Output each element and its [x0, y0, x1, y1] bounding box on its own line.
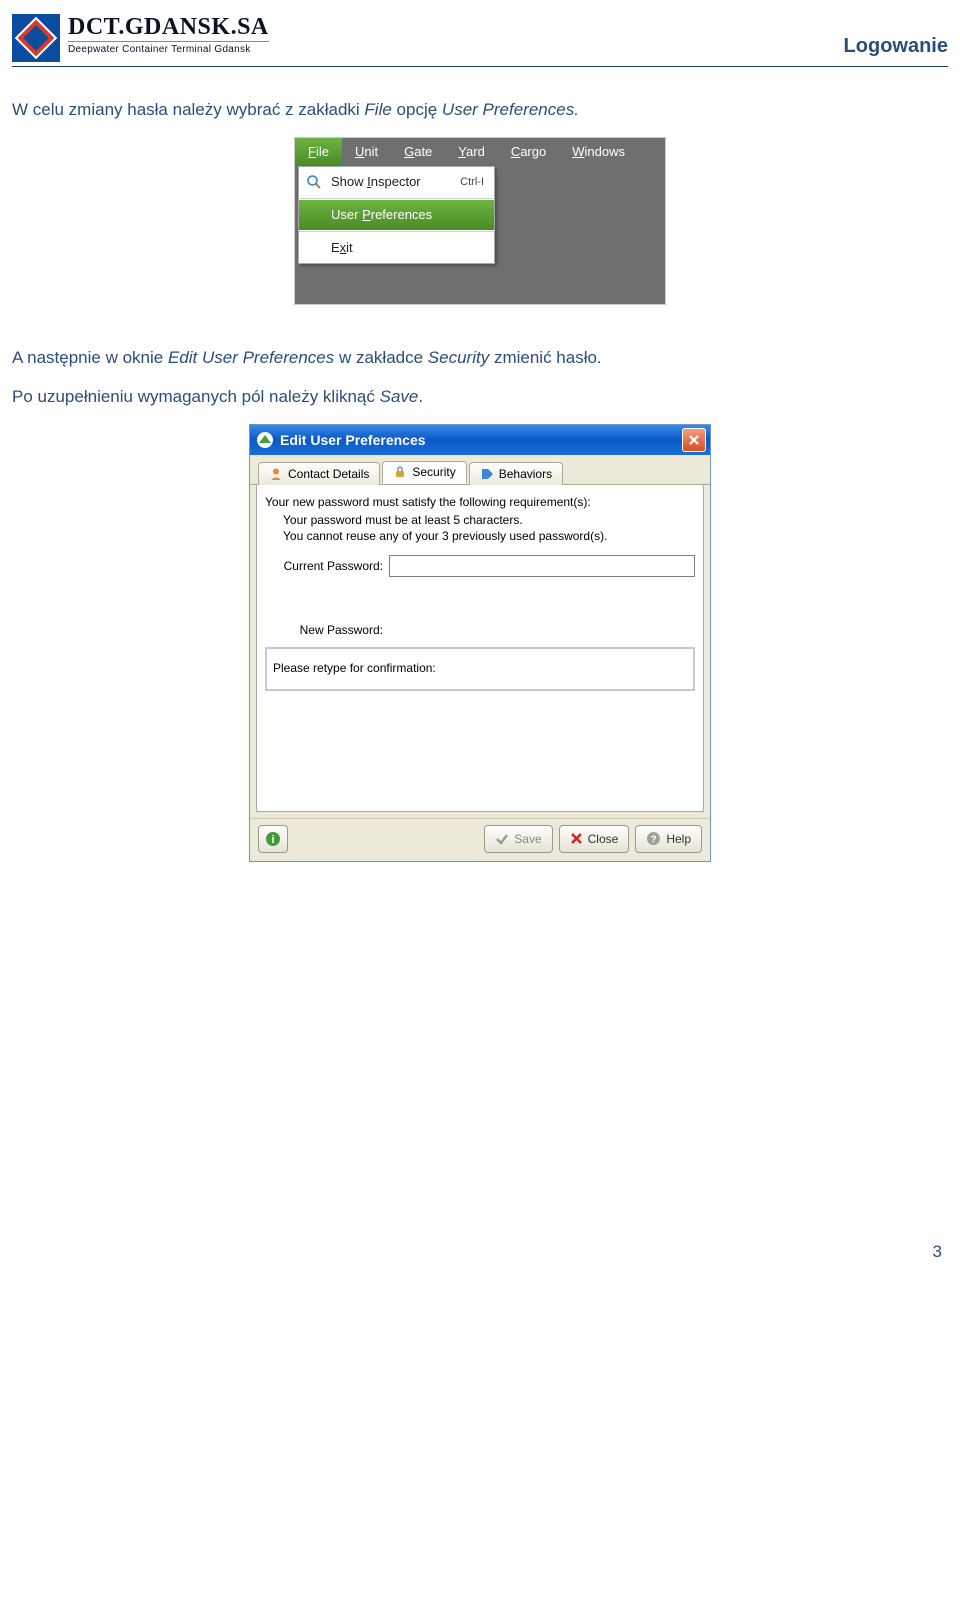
tabstrip: Contact Details Security Behaviors	[250, 455, 710, 485]
menu-unit[interactable]: UnitUnit	[342, 138, 391, 166]
save-button[interactable]: Save	[484, 825, 552, 853]
current-password-input[interactable]	[389, 555, 695, 577]
menu-item-shortcut: Ctrl-I	[460, 176, 484, 188]
menu-item-label: Show Inspector	[331, 174, 452, 189]
requirements-heading: Your new password must satisfy the follo…	[265, 495, 695, 509]
menu-item-show-inspector[interactable]: Show Inspector Show Inspector Ctrl-I	[299, 167, 494, 197]
dialog-titlebar: Edit User Preferences	[250, 425, 710, 455]
page-number: 3	[12, 1242, 948, 1262]
text: zmienić hasło.	[489, 348, 601, 367]
check-icon	[495, 832, 509, 846]
text: A następnie w oknie	[12, 348, 168, 367]
current-password-row: Current Password:	[265, 555, 695, 577]
close-button[interactable]	[682, 428, 706, 452]
tab-label: Behaviors	[499, 467, 552, 481]
menu-cargo[interactable]: CargoCargo	[498, 138, 559, 166]
tab-behaviors[interactable]: Behaviors	[469, 462, 563, 485]
dialog-button-bar: i Save Close ? Help	[250, 818, 710, 861]
menu-file[interactable]: FFileile	[295, 138, 342, 166]
tab-label: Security	[412, 465, 455, 479]
menu-item-exit[interactable]: Exit Exit	[299, 233, 494, 263]
new-password-fieldset: Please retype for confirmation:	[265, 647, 695, 691]
text-italic: User Preferences.	[442, 100, 579, 119]
help-button[interactable]: ? Help	[635, 825, 702, 853]
x-icon	[570, 832, 583, 845]
magnifier-icon	[305, 174, 323, 190]
tag-icon	[480, 467, 494, 481]
tab-contact-details[interactable]: Contact Details	[258, 462, 380, 485]
button-label: Help	[666, 832, 691, 846]
menu-item-label: User Preferences	[331, 207, 484, 222]
menu-item-user-preferences[interactable]: User Preferences User Preferences	[299, 200, 494, 230]
button-label: Save	[514, 832, 541, 846]
person-icon	[269, 467, 283, 481]
menu-windows[interactable]: WindowsWindows	[559, 138, 638, 166]
page-header: DCT.GDANSK.SA Deepwater Container Termin…	[12, 14, 948, 67]
info-button[interactable]: i	[258, 825, 288, 853]
text-italic: File	[364, 100, 391, 119]
text-italic: Save	[380, 387, 419, 406]
menubar: FFileile UnitUnit GateGate YardYard Carg…	[295, 138, 665, 166]
screenshot-file-menu: FFileile UnitUnit GateGate YardYard Carg…	[294, 137, 666, 305]
dialog-title: Edit User Preferences	[280, 432, 426, 448]
close-button[interactable]: Close	[559, 825, 630, 853]
retype-label: Please retype for confirmation:	[273, 661, 687, 675]
brand-subtitle: Deepwater Container Terminal Gdansk	[68, 41, 269, 55]
button-label: Close	[588, 832, 619, 846]
text: W celu zmiany hasła należy wybrać z zakł…	[12, 100, 364, 119]
requirement-item: Your password must be at least 5 charact…	[283, 513, 695, 527]
current-password-label: Current Password:	[265, 559, 389, 573]
menu-item-label: Exit	[331, 240, 484, 255]
instruction-para-2: A następnie w oknie Edit User Preference…	[12, 345, 948, 371]
new-password-label: New Password:	[265, 591, 389, 637]
text-italic: Security	[428, 348, 489, 367]
file-dropdown: Show Inspector Show Inspector Ctrl-I Use…	[298, 166, 495, 264]
text: opcję	[392, 100, 442, 119]
svg-text:i: i	[271, 834, 274, 846]
screenshot-edit-preferences-dialog: Edit User Preferences Contact Details Se…	[249, 424, 711, 862]
dct-logo	[12, 14, 60, 62]
menu-gate[interactable]: GateGate	[391, 138, 445, 166]
tab-security[interactable]: Security	[382, 461, 466, 484]
instruction-para-3: Po uzupełnieniu wymaganych pól należy kl…	[12, 384, 948, 410]
text: Po uzupełnieniu wymaganych pól należy kl…	[12, 387, 380, 406]
info-icon: i	[265, 831, 281, 847]
text: .	[418, 387, 423, 406]
svg-text:?: ?	[651, 835, 657, 846]
text: w zakładce	[334, 348, 428, 367]
tab-label: Contact Details	[288, 467, 369, 481]
lock-icon	[393, 465, 407, 479]
security-panel: Your new password must satisfy the follo…	[256, 485, 704, 812]
page-title: Logowanie	[844, 35, 948, 62]
brand-block: DCT.GDANSK.SA Deepwater Container Termin…	[12, 14, 269, 62]
text-italic: Edit User Preferences	[168, 348, 334, 367]
instruction-para-1: W celu zmiany hasła należy wybrać z zakł…	[12, 97, 948, 123]
app-icon	[256, 431, 274, 449]
brand-name: DCT.GDANSK.SA	[68, 14, 269, 41]
help-icon: ?	[646, 831, 661, 846]
requirement-item: You cannot reuse any of your 3 previousl…	[283, 529, 695, 543]
close-icon	[688, 434, 700, 446]
menu-yard[interactable]: YardYard	[445, 138, 498, 166]
